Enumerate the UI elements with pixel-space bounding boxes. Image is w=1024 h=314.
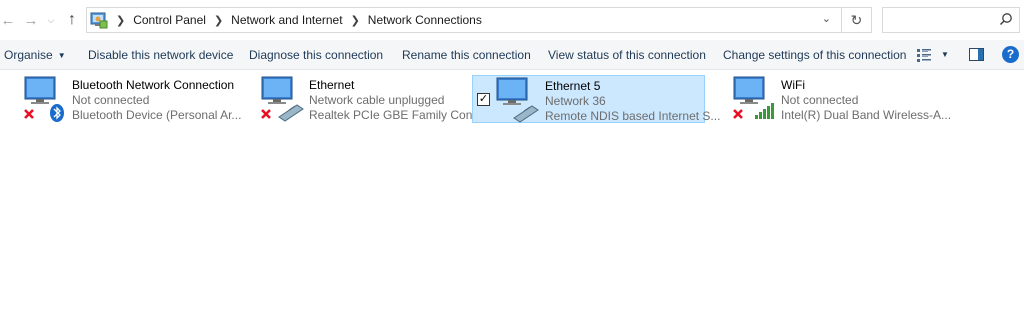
refresh-icon: ↻ <box>850 11 863 28</box>
control-panel-icon <box>90 12 108 29</box>
navigation-bar: ← → ⌵ ↑ ❯ Control Panel ❯ Network and In… <box>0 0 1024 40</box>
connection-device: Bluetooth Device (Personal Ar... <box>72 108 242 122</box>
breadcrumb-separator-icon: ❯ <box>116 14 126 27</box>
connection-item-bluetooth[interactable]: Bluetooth Network Connection Not connect… <box>22 75 254 123</box>
up-arrow-icon[interactable]: ↑ <box>62 8 82 32</box>
forward-arrow-icon[interactable]: → <box>20 8 42 32</box>
network-adapter-icon <box>496 77 539 123</box>
connection-item-wifi[interactable]: WiFi Not connected Intel(R) Dual Band Wi… <box>731 75 961 123</box>
back-arrow-icon[interactable]: ← <box>0 8 16 32</box>
breadcrumb-network-and-internet[interactable]: Network and Internet <box>231 13 342 27</box>
connection-device: Intel(R) Dual Band Wireless-A... <box>781 108 952 122</box>
dropdown-caret-icon: ▼ <box>57 51 66 60</box>
connection-item-ethernet-5[interactable]: ✓ Ethernet 5 Network 36 Remote NDIS base… <box>472 75 720 123</box>
breadcrumb-network-connections[interactable]: Network Connections <box>368 13 482 27</box>
refresh-button[interactable]: ↻ <box>842 7 872 33</box>
preview-pane-icon[interactable] <box>969 48 984 61</box>
connection-status: Network 36 <box>545 94 606 108</box>
breadcrumb-separator-icon[interactable]: ❯ <box>351 14 360 27</box>
breadcrumb-control-panel[interactable]: Control Panel <box>133 13 206 27</box>
connection-item-ethernet[interactable]: Ethernet Network cable unplugged Realtek… <box>259 75 491 123</box>
search-icon <box>999 13 1012 26</box>
disable-device-button[interactable]: Disable this network device <box>88 40 233 70</box>
change-view-icon[interactable] <box>917 48 931 62</box>
network-adapter-icon <box>24 76 64 122</box>
rename-connection-button[interactable]: Rename this connection <box>402 40 531 70</box>
address-dropdown-chevron-icon[interactable]: ⌄ <box>822 12 831 25</box>
connection-name: Ethernet 5 <box>545 79 601 93</box>
wifi-signal-icon <box>755 103 774 119</box>
bluetooth-icon <box>50 104 64 122</box>
view-status-button[interactable]: View status of this connection <box>548 40 706 70</box>
disconnected-x-icon <box>733 109 743 119</box>
view-options-caret-icon[interactable]: ▼ <box>941 48 949 62</box>
network-adapter-icon <box>261 76 304 122</box>
connection-name: WiFi <box>781 78 805 92</box>
selection-checkbox[interactable]: ✓ <box>477 93 490 106</box>
connection-name: Bluetooth Network Connection <box>72 78 235 92</box>
connection-status: Not connected <box>781 93 859 107</box>
help-icon[interactable]: ? <box>1002 46 1019 63</box>
connection-device: Remote NDIS based Internet S... <box>545 109 721 123</box>
diagnose-connection-button[interactable]: Diagnose this connection <box>249 40 383 70</box>
network-adapter-icon <box>733 76 774 119</box>
connection-device: Realtek PCIe GBE Family Cont... <box>309 108 486 122</box>
organise-label: Organise <box>4 48 53 62</box>
breadcrumb-separator-icon[interactable]: ❯ <box>214 14 223 27</box>
connection-status: Not connected <box>72 93 150 107</box>
address-bar[interactable]: ❯ Control Panel ❯ Network and Internet ❯… <box>86 7 842 33</box>
disconnected-x-icon <box>24 109 34 119</box>
command-bar: Organise ▼ Disable this network device Di… <box>0 40 1024 70</box>
recent-locations-chevron-icon[interactable]: ⌵ <box>44 8 58 32</box>
connection-status: Network cable unplugged <box>309 93 445 107</box>
change-settings-button[interactable]: Change settings of this connection <box>723 40 906 70</box>
organise-menu-button[interactable]: Organise ▼ <box>4 40 66 70</box>
disconnected-x-icon <box>261 109 271 119</box>
ethernet-cable-icon <box>513 105 539 123</box>
search-input[interactable] <box>882 7 1020 33</box>
connection-name: Ethernet <box>309 78 355 92</box>
ethernet-cable-icon <box>278 104 304 122</box>
